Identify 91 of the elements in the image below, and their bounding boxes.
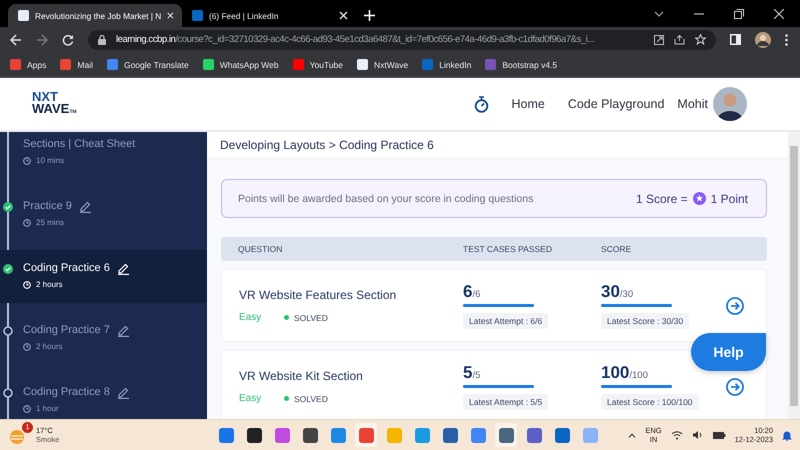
- bell-icon[interactable]: [782, 430, 792, 440]
- bookmark[interactable]: Google Translate: [106, 59, 189, 70]
- column-header: QUESTION: [238, 244, 284, 254]
- close-icon[interactable]: [774, 8, 784, 18]
- sidebar-item[interactable]: Coding Practice 7 2 hours: [0, 312, 207, 374]
- address-field[interactable]: learning.ccbp.in/course?c_id=32710329-ac4c-4c66-ad93-45e1cd3a6487&t_id=7ef0c656-e74a-46d9-a3fb-c1dfad0f96a7&s_i...: [88, 30, 716, 50]
- duration: 25 mins: [36, 218, 64, 227]
- sidebar-item[interactable]: Coding Practice 8 1 hour: [0, 374, 207, 419]
- notice-text: Points will be awarded based on your score in coding questions: [238, 192, 534, 204]
- star-icon[interactable]: [695, 34, 706, 45]
- score-value: 100/100: [601, 363, 648, 383]
- bookmark[interactable]: Mail: [60, 59, 93, 70]
- difficulty: Easy: [239, 312, 262, 323]
- battery-icon[interactable]: [712, 430, 726, 440]
- new-tab-icon[interactable]: [364, 10, 375, 21]
- difficulty: Easy: [239, 393, 262, 404]
- sidebar-item[interactable]: Coding Practice 6 2 hours: [0, 250, 207, 303]
- chevron-icon[interactable]: [654, 10, 664, 16]
- forward-icon[interactable]: [36, 34, 48, 46]
- nav-link[interactable]: Code Playground: [568, 97, 664, 111]
- clock-icon: [23, 280, 31, 288]
- speaker-icon[interactable]: [692, 430, 704, 440]
- lock-icon: [98, 34, 106, 44]
- external-link-icon[interactable]: [654, 34, 664, 44]
- site-icon: [18, 10, 29, 21]
- status-dot: [284, 315, 289, 320]
- arrow-right-icon[interactable]: [726, 378, 744, 396]
- attempt-label: Latest Attempt : 5/5: [463, 394, 548, 410]
- close-icon[interactable]: [167, 11, 174, 20]
- status-dot: [284, 396, 289, 401]
- stopwatch-icon[interactable]: [474, 96, 490, 112]
- avatar[interactable]: [755, 32, 771, 48]
- star-badge-icon: [692, 192, 706, 205]
- chevron-up-icon[interactable]: [628, 432, 636, 438]
- arrow-right-icon[interactable]: [726, 296, 744, 314]
- duration: 2 hours: [36, 342, 63, 351]
- item-title: Coding Practice 8: [23, 386, 110, 398]
- maximize-icon[interactable]: [734, 8, 744, 18]
- help-button[interactable]: Help: [691, 333, 766, 371]
- back-icon[interactable]: [10, 34, 22, 46]
- score-value: 30/30: [601, 282, 634, 302]
- bookmark[interactable]: Bootstrap v4.5: [485, 59, 558, 70]
- status: SOLVED: [294, 312, 328, 322]
- item-title: Coding Practice 6: [23, 262, 110, 274]
- question-card[interactable]: VR Website Features Section Easy SOLVED 6/6 Latest Attempt : 6/6 30/30 Latest Score : 30/30: [221, 269, 767, 342]
- column-header: SCORE: [601, 244, 632, 254]
- duration: 1 hour: [36, 404, 59, 413]
- item-title: Coding Practice 7: [23, 324, 110, 336]
- score-rule: 1 Score =: [636, 192, 688, 206]
- duration: 10 mins: [36, 156, 64, 165]
- minimize-icon[interactable]: [694, 12, 704, 14]
- menu-icon[interactable]: [785, 34, 788, 46]
- browser-tab[interactable]: Revolutionizing the Job Market | N: [8, 4, 182, 27]
- sidebar-icon[interactable]: [730, 34, 741, 45]
- share-icon[interactable]: [674, 34, 685, 44]
- bookmark[interactable]: LinkedIn: [422, 59, 472, 70]
- clock-icon: [23, 404, 31, 412]
- duration: 2 hours: [36, 280, 63, 289]
- clock-icon: [23, 156, 31, 164]
- column-header: TEST CASES PASSED: [463, 244, 553, 254]
- question-title: VR Website Kit Section: [239, 369, 364, 383]
- item-title: Practice 9: [23, 200, 72, 212]
- bookmark[interactable]: YouTube: [292, 59, 344, 70]
- item-title: Sections | Cheat Sheet: [23, 138, 136, 150]
- score-label: Latest Score : 100/100: [601, 394, 699, 410]
- bookmark[interactable]: WhatsApp Web: [202, 59, 279, 70]
- point-rule: 1 Point: [710, 192, 748, 206]
- site-icon: [192, 10, 203, 21]
- status: SOLVED: [294, 394, 328, 404]
- sidebar-item[interactable]: Sections | Cheat Sheet 10 mins: [0, 132, 207, 188]
- wifi-icon[interactable]: [670, 430, 683, 440]
- browser-tab[interactable]: (6) Feed | LinkedIn: [182, 4, 356, 27]
- bookmark[interactable]: NxtWave: [357, 59, 408, 70]
- scrollbar[interactable]: [788, 132, 800, 419]
- clock-icon: [23, 342, 31, 350]
- score-label: Latest Score : 30/30: [601, 313, 690, 329]
- bookmark[interactable]: Apps: [10, 59, 46, 70]
- sidebar-item[interactable]: Practice 9 25 mins: [0, 188, 207, 250]
- nav-link[interactable]: Home: [511, 97, 545, 111]
- clock-icon: [23, 218, 31, 226]
- breadcrumb: Developing Layouts > Coding Practice 6: [220, 138, 434, 152]
- avatar[interactable]: [713, 87, 747, 121]
- close-icon[interactable]: [339, 11, 348, 20]
- passed-count: 5/5: [463, 363, 480, 383]
- attempt-label: Latest Attempt : 6/6: [463, 313, 548, 329]
- question-title: VR Website Features Section: [239, 288, 398, 302]
- passed-count: 6/6: [463, 282, 480, 302]
- tab-title: Revolutionizing the Job Market | N: [35, 10, 162, 20]
- tab-title: (6) Feed | LinkedIn: [209, 10, 280, 20]
- user-name[interactable]: Mohit: [677, 97, 708, 111]
- reload-icon[interactable]: [62, 34, 74, 46]
